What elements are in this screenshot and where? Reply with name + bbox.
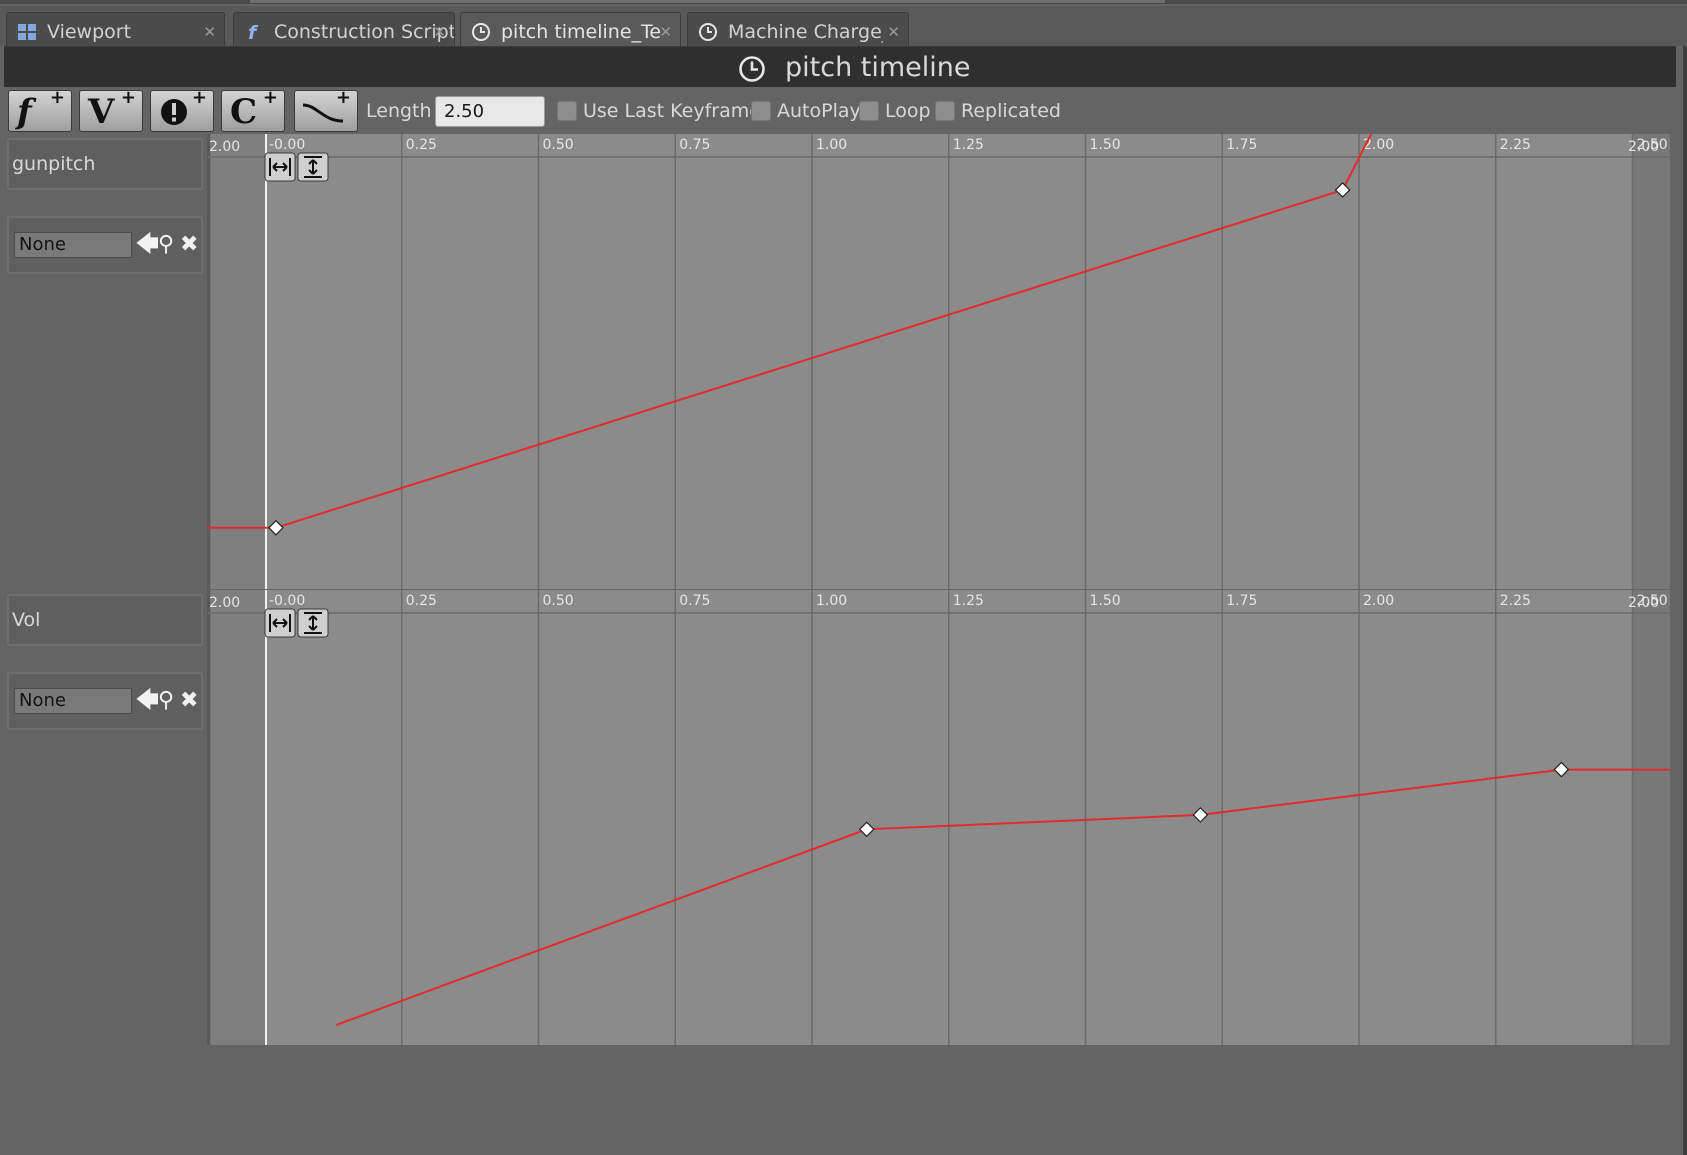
clock-icon [739,56,765,82]
tab-label: Viewport [47,21,132,43]
x-tick-label: 2.25 [1500,137,1531,153]
tab-label: Machine Charge_Te [728,21,883,43]
x-tick-label: 0.50 [543,137,574,153]
browse-search-icon[interactable]: ⚲ [158,232,174,258]
replicated-checkbox[interactable] [935,101,955,121]
window-top-bar [0,0,1687,4]
x-tick-label: 0.75 [679,593,710,609]
close-icon[interactable]: ✕ [203,13,216,50]
x-tick-label: 1.50 [1090,593,1121,609]
x-tick-label: -0.00 [269,593,305,609]
close-icon[interactable]: ✕ [887,13,900,50]
external-curve-row: None 🡄 ⚲ ✖ [7,672,203,730]
x-tick-label: 0.25 [406,593,437,609]
autoplay-label: AutoPlay [777,100,861,122]
y-tick-label: 2.00 [209,595,240,611]
clear-x-icon[interactable]: ✖ [180,688,198,714]
use-last-keyframe-checkbox[interactable] [557,101,577,121]
tab-scrollbar[interactable] [250,0,1165,3]
y-tick-label: 2.00 [209,139,240,155]
add-event-track-button[interactable]: + [150,87,214,132]
browse-search-icon[interactable]: ⚲ [158,688,174,714]
timeline-toolbar: f + V + + C + + Length 2.50 Use Last Keyfra… [4,87,1676,134]
x-tick-label: 1.00 [816,593,847,609]
editor-title: pitch timeline [785,52,971,83]
y-tick-label: 2.00 [1628,139,1659,155]
replicated-label: Replicated [961,100,1061,122]
length-label: Length [366,100,432,122]
close-icon[interactable]: ✕ [659,13,672,50]
x-tick-label: 2.25 [1500,593,1531,609]
y-tick-label: 2.00 [1628,595,1659,611]
track-name-vol[interactable]: Vol [7,594,203,646]
clear-x-icon[interactable]: ✖ [180,232,198,258]
svg-text:f: f [248,22,259,42]
zoom-to-fit-vertical-icon[interactable] [297,152,329,182]
add-curve-asset-button[interactable]: + [294,87,358,132]
x-tick-label: 2.00 [1363,593,1394,609]
graph-outer-range [1632,134,1670,589]
x-tick-label: 1.00 [816,137,847,153]
curve-graph-gunpitch[interactable]: -0.00 0.25 0.50 0.75 1.00 1.25 1.50 1.75 2.00 2.2… [207,134,1670,589]
track-name-gunpitch[interactable]: gunpitch [7,138,203,190]
tab-construction-script[interactable]: f Construction Script ✕ [233,12,455,50]
plus-icon: + [120,87,136,108]
tab-label: Construction Script [274,21,455,43]
plus-icon: + [335,87,351,108]
add-vector-track-button[interactable]: V + [79,87,143,132]
x-tick-label: -0.00 [269,137,305,153]
zoom-to-fit-horizontal-icon[interactable] [264,608,296,638]
tab-strip: Viewport ✕ f Construction Script ✕ pitch… [0,6,1687,50]
editor-title-bar: pitch timeline [4,46,1676,87]
curve-graph-vol[interactable]: -0.00 0.25 0.50 0.75 1.00 1.25 1.50 1.75 2.00 2.2… [207,590,1670,1045]
x-tick-label: 0.50 [543,593,574,609]
tab-machine-charge[interactable]: Machine Charge_Te ✕ [687,12,909,50]
length-input[interactable]: 2.50 [435,96,545,127]
use-selected-arrow-icon[interactable]: 🡄 [136,232,159,258]
close-icon[interactable]: ✕ [433,13,446,50]
function-icon: f [248,22,259,42]
plus-icon: + [191,87,207,108]
add-color-track-button[interactable]: C + [221,87,285,132]
loop-checkbox[interactable] [859,101,879,121]
add-float-track-button[interactable]: f + [8,87,72,132]
zoom-to-fit-horizontal-icon[interactable] [264,152,296,182]
external-curve-row: None 🡄 ⚲ ✖ [7,216,203,274]
plus-icon: + [49,87,65,108]
clock-icon [472,23,490,41]
exclamation-icon [161,99,187,125]
clock-icon [699,23,717,41]
x-tick-label: 1.25 [953,593,984,609]
external-curve-input[interactable]: None [14,232,132,258]
graph-outer-range [1632,590,1670,1045]
plus-icon: + [262,87,278,108]
zoom-to-fit-vertical-icon[interactable] [297,608,329,638]
autoplay-checkbox[interactable] [751,101,771,121]
loop-label: Loop [885,100,931,122]
x-tick-label: 1.25 [953,137,984,153]
x-tick-label: 0.75 [679,137,710,153]
tab-viewport[interactable]: Viewport ✕ [6,12,225,50]
external-curve-input[interactable]: None [14,688,132,714]
use-selected-arrow-icon[interactable]: 🡄 [136,688,159,714]
x-tick-label: 1.75 [1226,593,1257,609]
x-tick-label: 1.50 [1090,137,1121,153]
viewport-grid-icon [18,24,36,40]
tab-pitch-timeline[interactable]: pitch timeline_Temp ✕ [460,12,681,50]
x-tick-label: 1.75 [1226,137,1257,153]
x-tick-label: 0.25 [406,137,437,153]
tab-label: pitch timeline_Temp [501,21,661,43]
use-last-keyframe-label: Use Last Keyframe? [583,100,772,122]
